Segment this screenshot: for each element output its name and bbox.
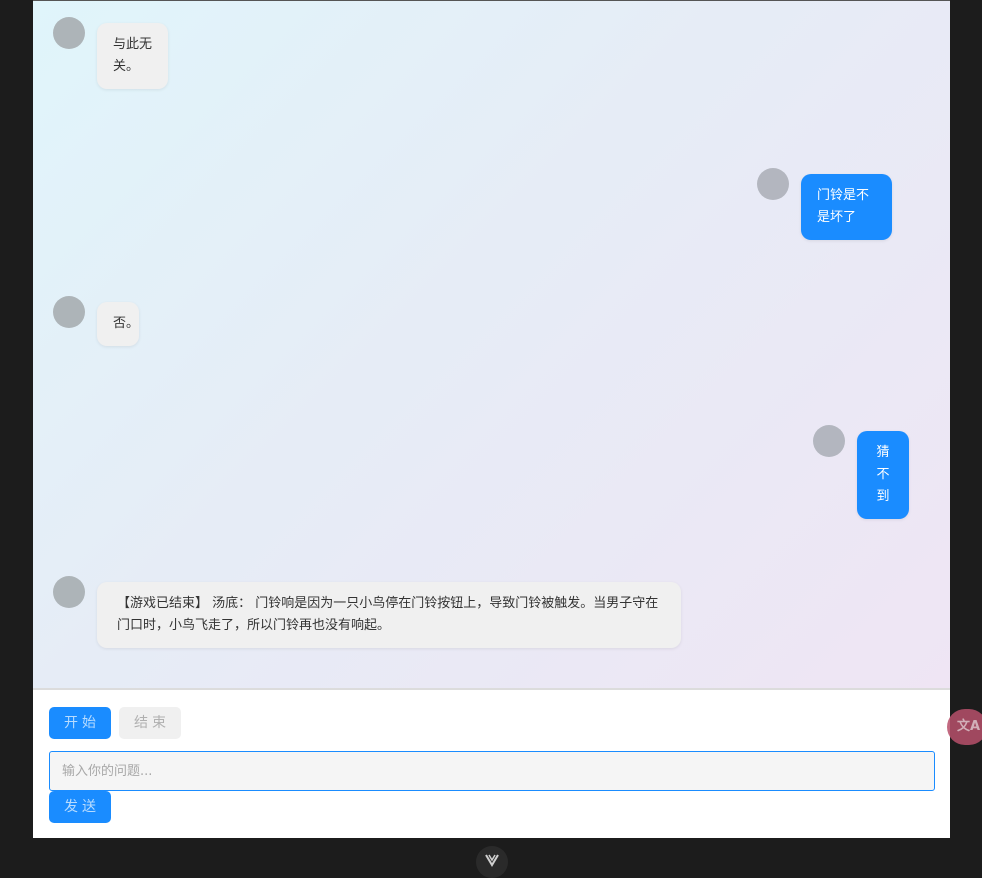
bot-avatar	[53, 296, 85, 328]
bot-avatar	[53, 576, 85, 608]
user-message: 门铃是不是坏了	[801, 174, 892, 240]
collapse-toggle[interactable]	[476, 846, 508, 878]
translate-button[interactable]: 文A	[947, 709, 982, 745]
bot-avatar	[53, 17, 85, 49]
user-avatar	[813, 425, 845, 457]
bot-message: 否。	[97, 302, 139, 346]
translate-icon: 文A	[957, 719, 981, 734]
bot-message: 【游戏已结束】 汤底： 门铃响是因为一只小鸟停在门铃按钮上，导致门铃被触发。当男…	[97, 582, 681, 648]
divider	[33, 688, 950, 690]
start-button[interactable]: 开始	[49, 707, 111, 739]
question-input[interactable]	[49, 751, 935, 791]
chevron-down-icon	[485, 854, 499, 867]
user-message: 猜不到	[857, 431, 909, 519]
user-avatar	[757, 168, 789, 200]
end-button[interactable]: 结束	[119, 707, 181, 739]
send-button[interactable]: 发送	[49, 791, 111, 823]
chat-window: 与此无关。 门铃是不是坏了 否。 猜不到 【游戏已结束】 汤底： 门铃响是因为一…	[33, 0, 950, 838]
bot-message: 与此无关。	[97, 23, 168, 89]
message-list[interactable]: 与此无关。 门铃是不是坏了 否。 猜不到 【游戏已结束】 汤底： 门铃响是因为一…	[33, 1, 950, 688]
